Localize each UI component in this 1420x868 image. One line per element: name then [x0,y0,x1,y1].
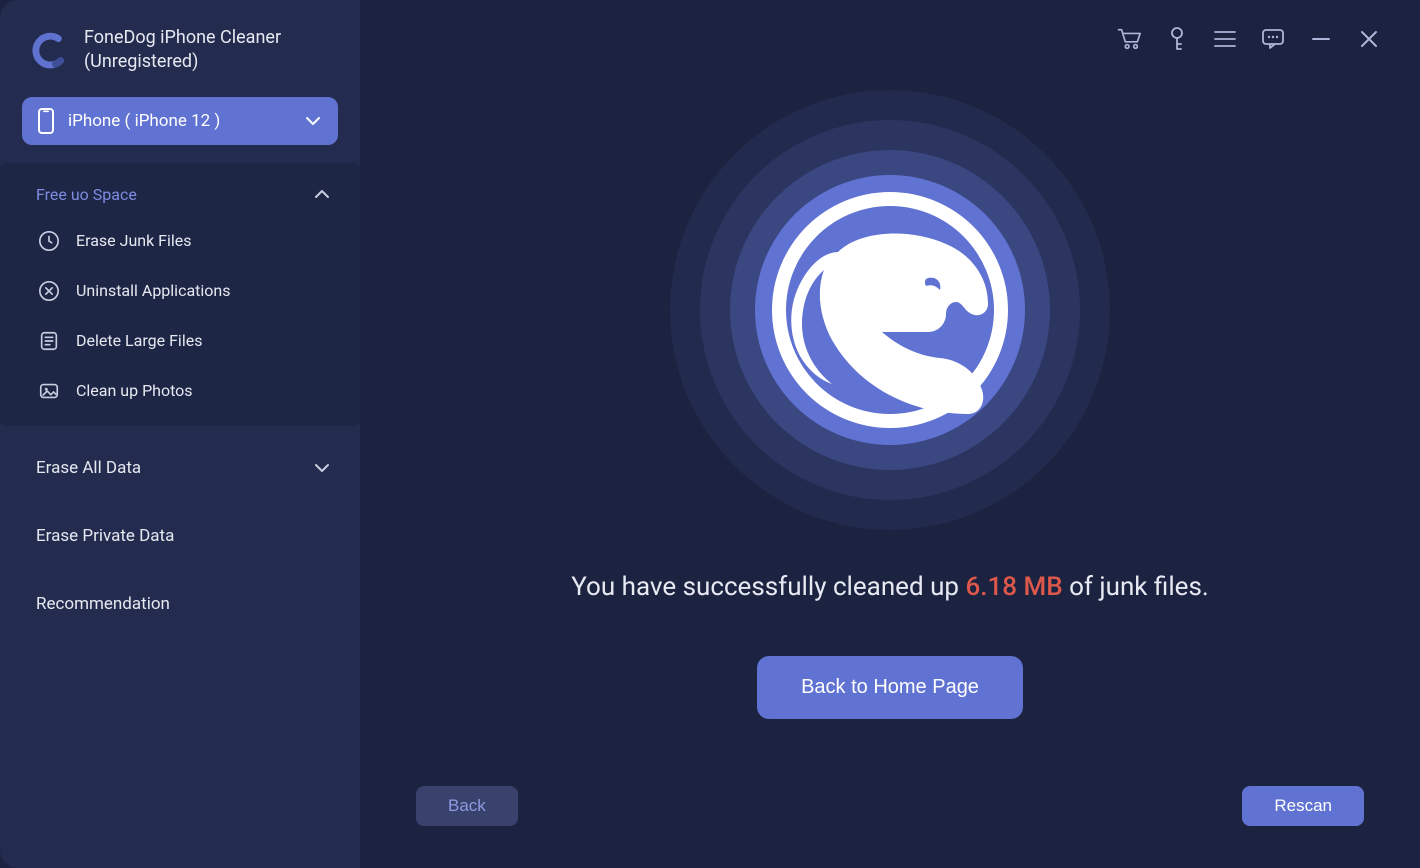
brand: FoneDog iPhone Cleaner (Unregistered) [0,20,360,97]
chevron-down-icon [304,116,322,126]
msg-prefix: You have successfully cleaned up [571,572,965,602]
sidebar-item-clean-photos[interactable]: Clean up Photos [0,366,360,416]
group-label: Erase All Data [36,458,141,478]
msg-suffix: of junk files. [1063,572,1209,602]
sidebar-item-large-files[interactable]: Delete Large Files [0,316,360,366]
uninstall-icon [36,278,62,304]
app-title-line2: (Unregistered) [84,50,281,74]
clock-icon [36,228,62,254]
sidebar-item-uninstall[interactable]: Uninstall Applications [0,266,360,316]
footer-actions: Back Rescan [360,786,1420,868]
menu-icon[interactable] [1212,26,1238,52]
titlebar-icons [1116,26,1382,52]
sidebar-group-erase-all[interactable]: Erase All Data [0,434,360,502]
group-label: Recommendation [36,594,170,614]
key-icon[interactable] [1164,26,1190,52]
group-label: Erase Private Data [36,526,174,546]
section-title: Free uo Space [36,185,137,204]
chevron-up-icon [314,189,330,199]
msg-size: 6.18 MB [965,572,1062,602]
sidebar-group-erase-private[interactable]: Erase Private Data [0,502,360,570]
sidebar: FoneDog iPhone Cleaner (Unregistered) iP… [0,0,360,868]
main-panel: You have successfully cleaned up 6.18 MB… [360,0,1420,868]
file-list-icon [36,328,62,354]
result-content: You have successfully cleaned up 6.18 MB… [360,0,1420,786]
sidebar-group-recommendation[interactable]: Recommendation [0,570,360,638]
app-window: FoneDog iPhone Cleaner (Unregistered) iP… [0,0,1420,868]
feedback-icon[interactable] [1260,26,1286,52]
sidebar-item-label: Uninstall Applications [76,281,231,300]
phone-icon [34,108,58,134]
device-label: iPhone ( iPhone 12 ) [68,111,304,131]
close-icon[interactable] [1356,26,1382,52]
device-selector[interactable]: iPhone ( iPhone 12 ) [22,97,338,145]
cart-icon[interactable] [1116,26,1142,52]
sidebar-item-erase-junk[interactable]: Erase Junk Files [0,216,360,266]
app-title: FoneDog iPhone Cleaner (Unregistered) [84,26,281,75]
success-badge [660,80,1120,540]
back-to-home-button[interactable]: Back to Home Page [757,656,1023,719]
sidebar-item-label: Clean up Photos [76,381,193,400]
back-button[interactable]: Back [416,786,518,826]
chevron-down-icon [314,463,330,473]
sidebar-item-label: Erase Junk Files [76,231,192,250]
app-title-line1: FoneDog iPhone Cleaner [84,26,281,50]
result-message: You have successfully cleaned up 6.18 MB… [571,572,1208,602]
app-logo-icon [30,30,70,70]
sidebar-item-label: Delete Large Files [76,331,202,350]
section-header-free-up[interactable]: Free uo Space [0,173,360,216]
photo-icon [36,378,62,404]
section-free-up-space: Free uo Space Erase Junk Files Uninstall… [0,163,360,426]
minimize-icon[interactable] [1308,26,1334,52]
rescan-button[interactable]: Rescan [1242,786,1364,826]
